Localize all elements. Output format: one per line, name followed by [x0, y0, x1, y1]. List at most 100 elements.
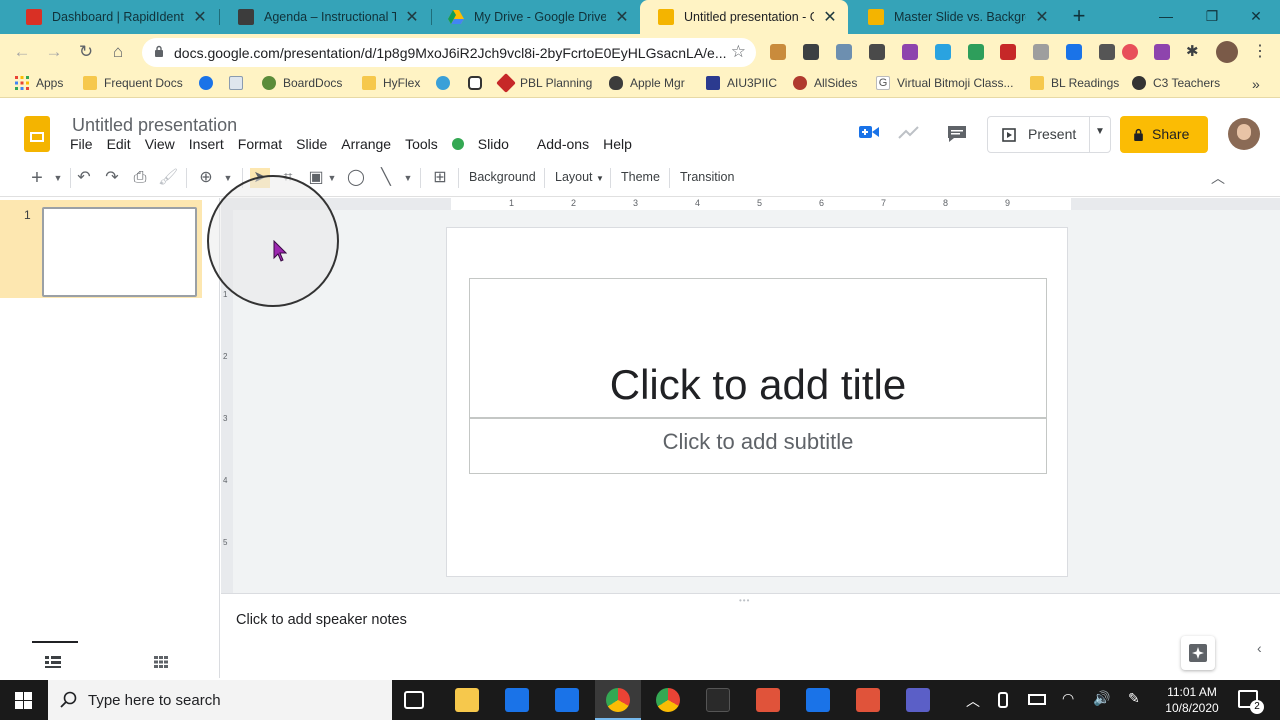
profile-avatar[interactable] — [1216, 41, 1238, 63]
menu-tools[interactable]: Tools — [405, 136, 438, 152]
extension-icon[interactable] — [968, 44, 984, 60]
browser-tab-rapididentity[interactable]: Dashboard | RapidIdentity ✕ — [8, 0, 218, 34]
subtitle-placeholder-box[interactable]: Click to add subtitle — [469, 418, 1047, 474]
document-title[interactable]: Untitled presentation — [72, 115, 237, 136]
line-dropdown-icon[interactable]: ▼ — [402, 168, 414, 188]
filmstrip-view-icon[interactable] — [45, 655, 61, 668]
extension-icon[interactable] — [1033, 44, 1049, 60]
extension-icon[interactable] — [803, 44, 819, 60]
volume-icon[interactable]: 🔊 — [1093, 690, 1110, 707]
close-tab-icon[interactable]: ✕ — [192, 7, 208, 27]
account-avatar[interactable] — [1228, 118, 1260, 150]
title-placeholder-box[interactable]: Click to add title — [469, 278, 1047, 418]
file-explorer-icon[interactable] — [455, 688, 479, 712]
snagit-editor-icon[interactable] — [806, 688, 830, 712]
taskbar-clock[interactable]: 11:01 AM 10/8/2020 — [1160, 684, 1224, 716]
slide-thumbnail[interactable] — [42, 207, 197, 297]
wifi-icon[interactable]: ◠ — [1062, 690, 1074, 707]
menu-view[interactable]: View — [145, 136, 175, 152]
meet-video-icon[interactable] — [858, 124, 880, 140]
menu-file[interactable]: File — [70, 136, 93, 152]
comment-icon[interactable] — [946, 124, 968, 144]
new-slide-dropdown-icon[interactable]: ▼ — [52, 168, 64, 188]
slide[interactable]: Click to add title Click to add subtitle — [447, 228, 1067, 576]
windows-start-icon[interactable] — [15, 692, 32, 714]
menu-edit[interactable]: Edit — [107, 136, 131, 152]
notes-resize-handle[interactable]: ••• — [739, 596, 750, 605]
browser-tab-master-slide[interactable]: Master Slide vs. Backgroun ✕ — [850, 0, 1060, 34]
bookmark-frequent-docs[interactable]: Frequent Docs — [83, 76, 183, 90]
extension-icon[interactable] — [1122, 44, 1138, 60]
bookmark-pbl-planning[interactable]: PBL Planning — [496, 73, 592, 93]
line-icon[interactable]: ╲ — [376, 168, 396, 188]
menu-add-ons[interactable]: Add-ons — [537, 136, 589, 152]
snagit-icon[interactable] — [756, 688, 780, 712]
camtasia-icon[interactable] — [856, 688, 880, 712]
home-button[interactable]: ⌂ — [106, 40, 130, 64]
theme-button[interactable]: Theme — [621, 170, 660, 184]
reload-button[interactable]: ↻ — [74, 40, 98, 64]
browser-tab-agenda[interactable]: Agenda – Instructional Tech ✕ — [220, 0, 430, 34]
shape-icon[interactable]: ◯ — [346, 168, 366, 188]
battery-icon[interactable] — [1028, 694, 1046, 705]
extension-icon[interactable] — [1099, 44, 1115, 60]
bookmark-boarddocs[interactable]: BoardDocs — [262, 76, 342, 90]
close-window-button[interactable]: ✕ — [1236, 4, 1276, 28]
present-button[interactable]: Present ▼ — [987, 116, 1111, 153]
forward-button[interactable]: → — [42, 40, 66, 64]
bookmark-hyflex[interactable]: HyFlex — [362, 76, 420, 90]
extension-icon[interactable] — [902, 44, 918, 60]
transition-button[interactable]: Transition — [680, 170, 734, 184]
close-tab-icon[interactable]: ✕ — [822, 7, 838, 27]
new-slide-plus-icon[interactable]: + — [28, 168, 46, 188]
zoom-icon[interactable]: ⊕ — [196, 168, 216, 188]
close-tab-icon[interactable]: ✕ — [404, 7, 420, 27]
redo-icon[interactable]: ↷ — [102, 168, 122, 188]
close-tab-icon[interactable]: ✕ — [614, 7, 630, 27]
bookmark-pinwheel-icon[interactable] — [436, 76, 457, 90]
menu-help[interactable]: Help — [603, 136, 632, 152]
bookmark-allsides[interactable]: AllSides — [793, 76, 857, 90]
menu-insert[interactable]: Insert — [189, 136, 224, 152]
chrome-icon[interactable] — [656, 688, 680, 712]
pen-icon[interactable]: ✎ — [1128, 690, 1140, 707]
background-button[interactable]: Background — [469, 170, 536, 184]
add-comment-icon[interactable]: ⊞ — [430, 168, 450, 188]
print-icon[interactable]: ⎙ — [130, 168, 150, 188]
mail-icon[interactable] — [505, 688, 529, 712]
bookmark-hexagon-icon[interactable] — [468, 76, 489, 90]
slide-thumbnail-selected[interactable]: 1 — [0, 200, 202, 298]
task-view-icon[interactable] — [404, 691, 424, 709]
bookmark-tm-icon[interactable] — [229, 76, 250, 90]
bookmark-q-icon[interactable] — [199, 76, 220, 90]
bookmark-apps[interactable]: Apps — [15, 76, 63, 90]
layout-button[interactable]: Layout ▼ — [555, 170, 604, 184]
side-panel-chevron-icon[interactable]: ‹ — [1257, 640, 1262, 656]
notification-center-icon[interactable]: 2 — [1238, 690, 1264, 714]
teams-icon[interactable] — [906, 688, 930, 712]
present-dropdown-icon[interactable]: ▼ — [1095, 126, 1105, 137]
bookmark-aiu3piic[interactable]: AIU3PIIC — [706, 76, 777, 90]
taskbar-chrome-active[interactable] — [595, 680, 641, 720]
browser-tab-untitled-presentation[interactable]: Untitled presentation - Goo ✕ — [640, 0, 848, 34]
menu-slido[interactable]: Slido — [451, 136, 523, 152]
calendar-icon[interactable] — [555, 688, 579, 712]
new-tab-button[interactable]: + — [1068, 5, 1090, 28]
extensions-puzzle-icon[interactable]: ✱ — [1186, 42, 1202, 60]
menu-format[interactable]: Format — [238, 136, 282, 152]
extension-icon[interactable] — [935, 44, 951, 60]
undo-icon[interactable]: ↶ — [74, 168, 94, 188]
explore-button[interactable] — [1181, 636, 1215, 670]
speaker-notes[interactable]: ••• Click to add speaker notes ‹ — [221, 593, 1280, 678]
show-hidden-icons-chevron-icon[interactable]: ︿ — [966, 691, 980, 711]
activity-trend-icon[interactable] — [898, 124, 920, 140]
extension-icon[interactable] — [1066, 44, 1082, 60]
menu-slide[interactable]: Slide — [296, 136, 327, 152]
bookmark-c3-teachers[interactable]: C3 Teachers — [1132, 76, 1220, 90]
extension-icon[interactable] — [836, 44, 852, 60]
google-slides-logo-icon[interactable] — [24, 116, 50, 152]
extension-icon[interactable] — [770, 44, 786, 60]
snipping-tool-icon[interactable] — [706, 688, 730, 712]
minimize-window-button[interactable]: — — [1146, 4, 1186, 28]
zoom-dropdown-icon[interactable]: ▼ — [222, 168, 234, 188]
